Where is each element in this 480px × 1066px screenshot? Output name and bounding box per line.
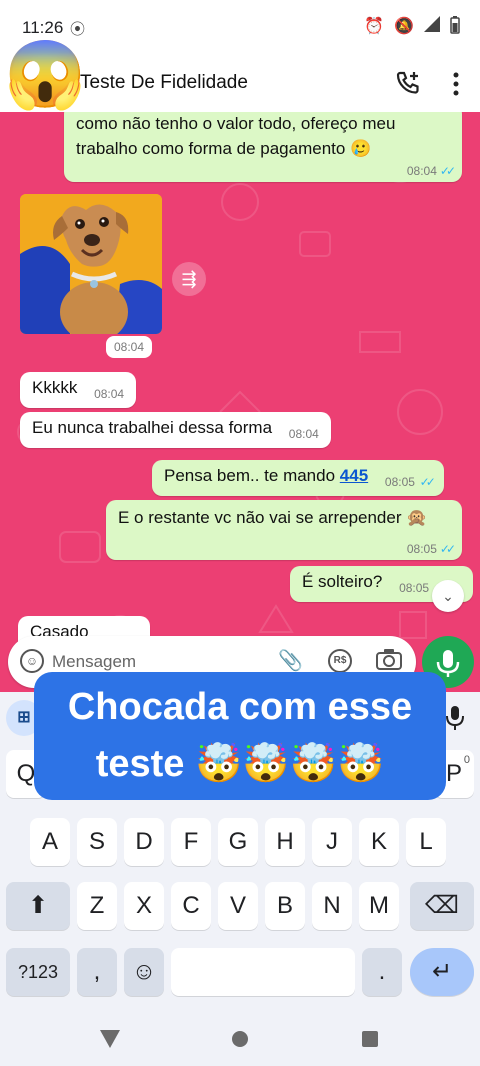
key-c[interactable]: C <box>171 882 211 930</box>
emoji-button[interactable]: ☺ <box>20 649 44 673</box>
payment-button[interactable]: R$ <box>328 649 352 673</box>
space-key[interactable] <box>171 948 355 996</box>
key-m[interactable]: M <box>359 882 399 930</box>
key-h[interactable]: H <box>265 818 305 866</box>
chat-title[interactable]: Teste De Fidelidade <box>80 72 248 94</box>
add-call-icon[interactable] <box>394 69 422 97</box>
key-x[interactable]: X <box>124 882 164 930</box>
image-time: 08:04 <box>106 336 153 358</box>
key-b[interactable]: B <box>265 882 305 930</box>
message-bubble-incoming[interactable]: Eu nunca trabalhei dessa forma 08:04 <box>20 412 331 448</box>
message-meta: 08:04 ✓✓ <box>406 164 456 178</box>
message-text: Kkkkk <box>32 378 78 397</box>
chat-area[interactable]: como não tenho o valor todo, ofereço meu… <box>0 112 480 692</box>
contact-avatar[interactable]: 😱 <box>4 34 86 114</box>
message-text: E o restante vc não vai se arrepender 🙊 <box>118 508 428 527</box>
key-hint: 0 <box>463 754 470 766</box>
key-k[interactable]: K <box>359 818 399 866</box>
read-receipt-icon: ✓✓ <box>439 164 456 178</box>
key-l[interactable]: L <box>406 818 446 866</box>
shift-key[interactable]: ⬆ <box>6 882 70 930</box>
key-f[interactable]: F <box>171 818 211 866</box>
message-bubble-incoming[interactable]: Kkkkk 08:04 <box>20 372 137 408</box>
back-triangle-icon[interactable] <box>100 1030 120 1048</box>
key-a[interactable]: A <box>30 818 70 866</box>
emoji-key[interactable]: ☺ <box>124 948 164 996</box>
read-receipt-icon: ✓✓ <box>419 475 436 489</box>
caption-line-2: teste 🤯🤯🤯🤯 <box>95 743 385 785</box>
message-input[interactable] <box>52 650 212 674</box>
message-time: 08:05 <box>384 475 415 489</box>
battery-icon <box>450 16 460 34</box>
message-text: Eu nunca trabalhei dessa forma <box>32 418 273 437</box>
home-circle-icon[interactable] <box>231 1030 249 1048</box>
status-icons: ⏰ 🔕 <box>364 16 460 36</box>
forward-icon[interactable]: ⇶ <box>172 262 206 296</box>
recents-square-icon[interactable] <box>362 1031 378 1047</box>
scroll-down-icon[interactable]: ⌄ <box>432 580 464 612</box>
attach-icon[interactable]: 📎 <box>278 648 303 673</box>
keyboard-voice-input-icon[interactable] <box>444 704 466 732</box>
message-time: 08:04 <box>406 164 437 178</box>
backspace-key[interactable]: ⌫ <box>410 882 474 930</box>
message-meta: 08:05 ✓✓ <box>406 542 456 556</box>
read-receipt-icon: ✓✓ <box>439 542 456 556</box>
message-bubble-outgoing[interactable]: como não tenho o valor todo, ofereço meu… <box>64 112 462 182</box>
symbols-key[interactable]: ?123 <box>6 948 70 996</box>
message-time: 08:05 <box>399 581 430 595</box>
message-bubble-outgoing[interactable]: Pensa bem.. te mando 445 08:05 ✓✓ <box>152 460 444 496</box>
key-g[interactable]: G <box>218 818 258 866</box>
dog-photo <box>20 194 162 334</box>
system-navigation-bar <box>0 1014 480 1066</box>
key-label: P <box>445 760 462 787</box>
caption-line-1: Chocada com esse <box>67 686 413 728</box>
message-text: trabalho como forma de pagamento 🥲 <box>76 139 372 158</box>
message-text: Pensa bem.. te mando <box>164 466 336 485</box>
signal-icon <box>424 16 440 32</box>
key-n[interactable]: N <box>312 882 352 930</box>
received-image-dog[interactable] <box>20 194 162 334</box>
enter-key[interactable]: ↵ <box>410 948 474 996</box>
more-menu-icon[interactable] <box>450 70 462 98</box>
key-j[interactable]: J <box>312 818 352 866</box>
key-label: Q <box>16 760 36 787</box>
message-bubble-outgoing[interactable]: E o restante vc não vai se arrepender 🙊 … <box>106 500 462 560</box>
message-text: como não tenho o valor todo, ofereço meu <box>76 114 396 133</box>
message-time: 08:04 <box>94 387 125 401</box>
message-link[interactable]: 445 <box>340 466 368 485</box>
camera-icon[interactable] <box>376 648 402 670</box>
mute-icon: 🔕 <box>394 18 414 35</box>
message-time: 08:05 <box>406 542 437 556</box>
key-z[interactable]: Z <box>77 882 117 930</box>
caption-overlay: Chocada com esse teste 🤯🤯🤯🤯 <box>34 672 446 800</box>
alarm-icon: ⏰ <box>364 18 385 35</box>
key-s[interactable]: S <box>77 818 117 866</box>
message-time: 08:04 <box>288 427 319 441</box>
message-text: É solteiro? <box>302 572 383 591</box>
comma-key[interactable]: , <box>77 948 117 996</box>
key-v[interactable]: V <box>218 882 258 930</box>
key-d[interactable]: D <box>124 818 164 866</box>
period-key[interactable]: . <box>362 948 402 996</box>
